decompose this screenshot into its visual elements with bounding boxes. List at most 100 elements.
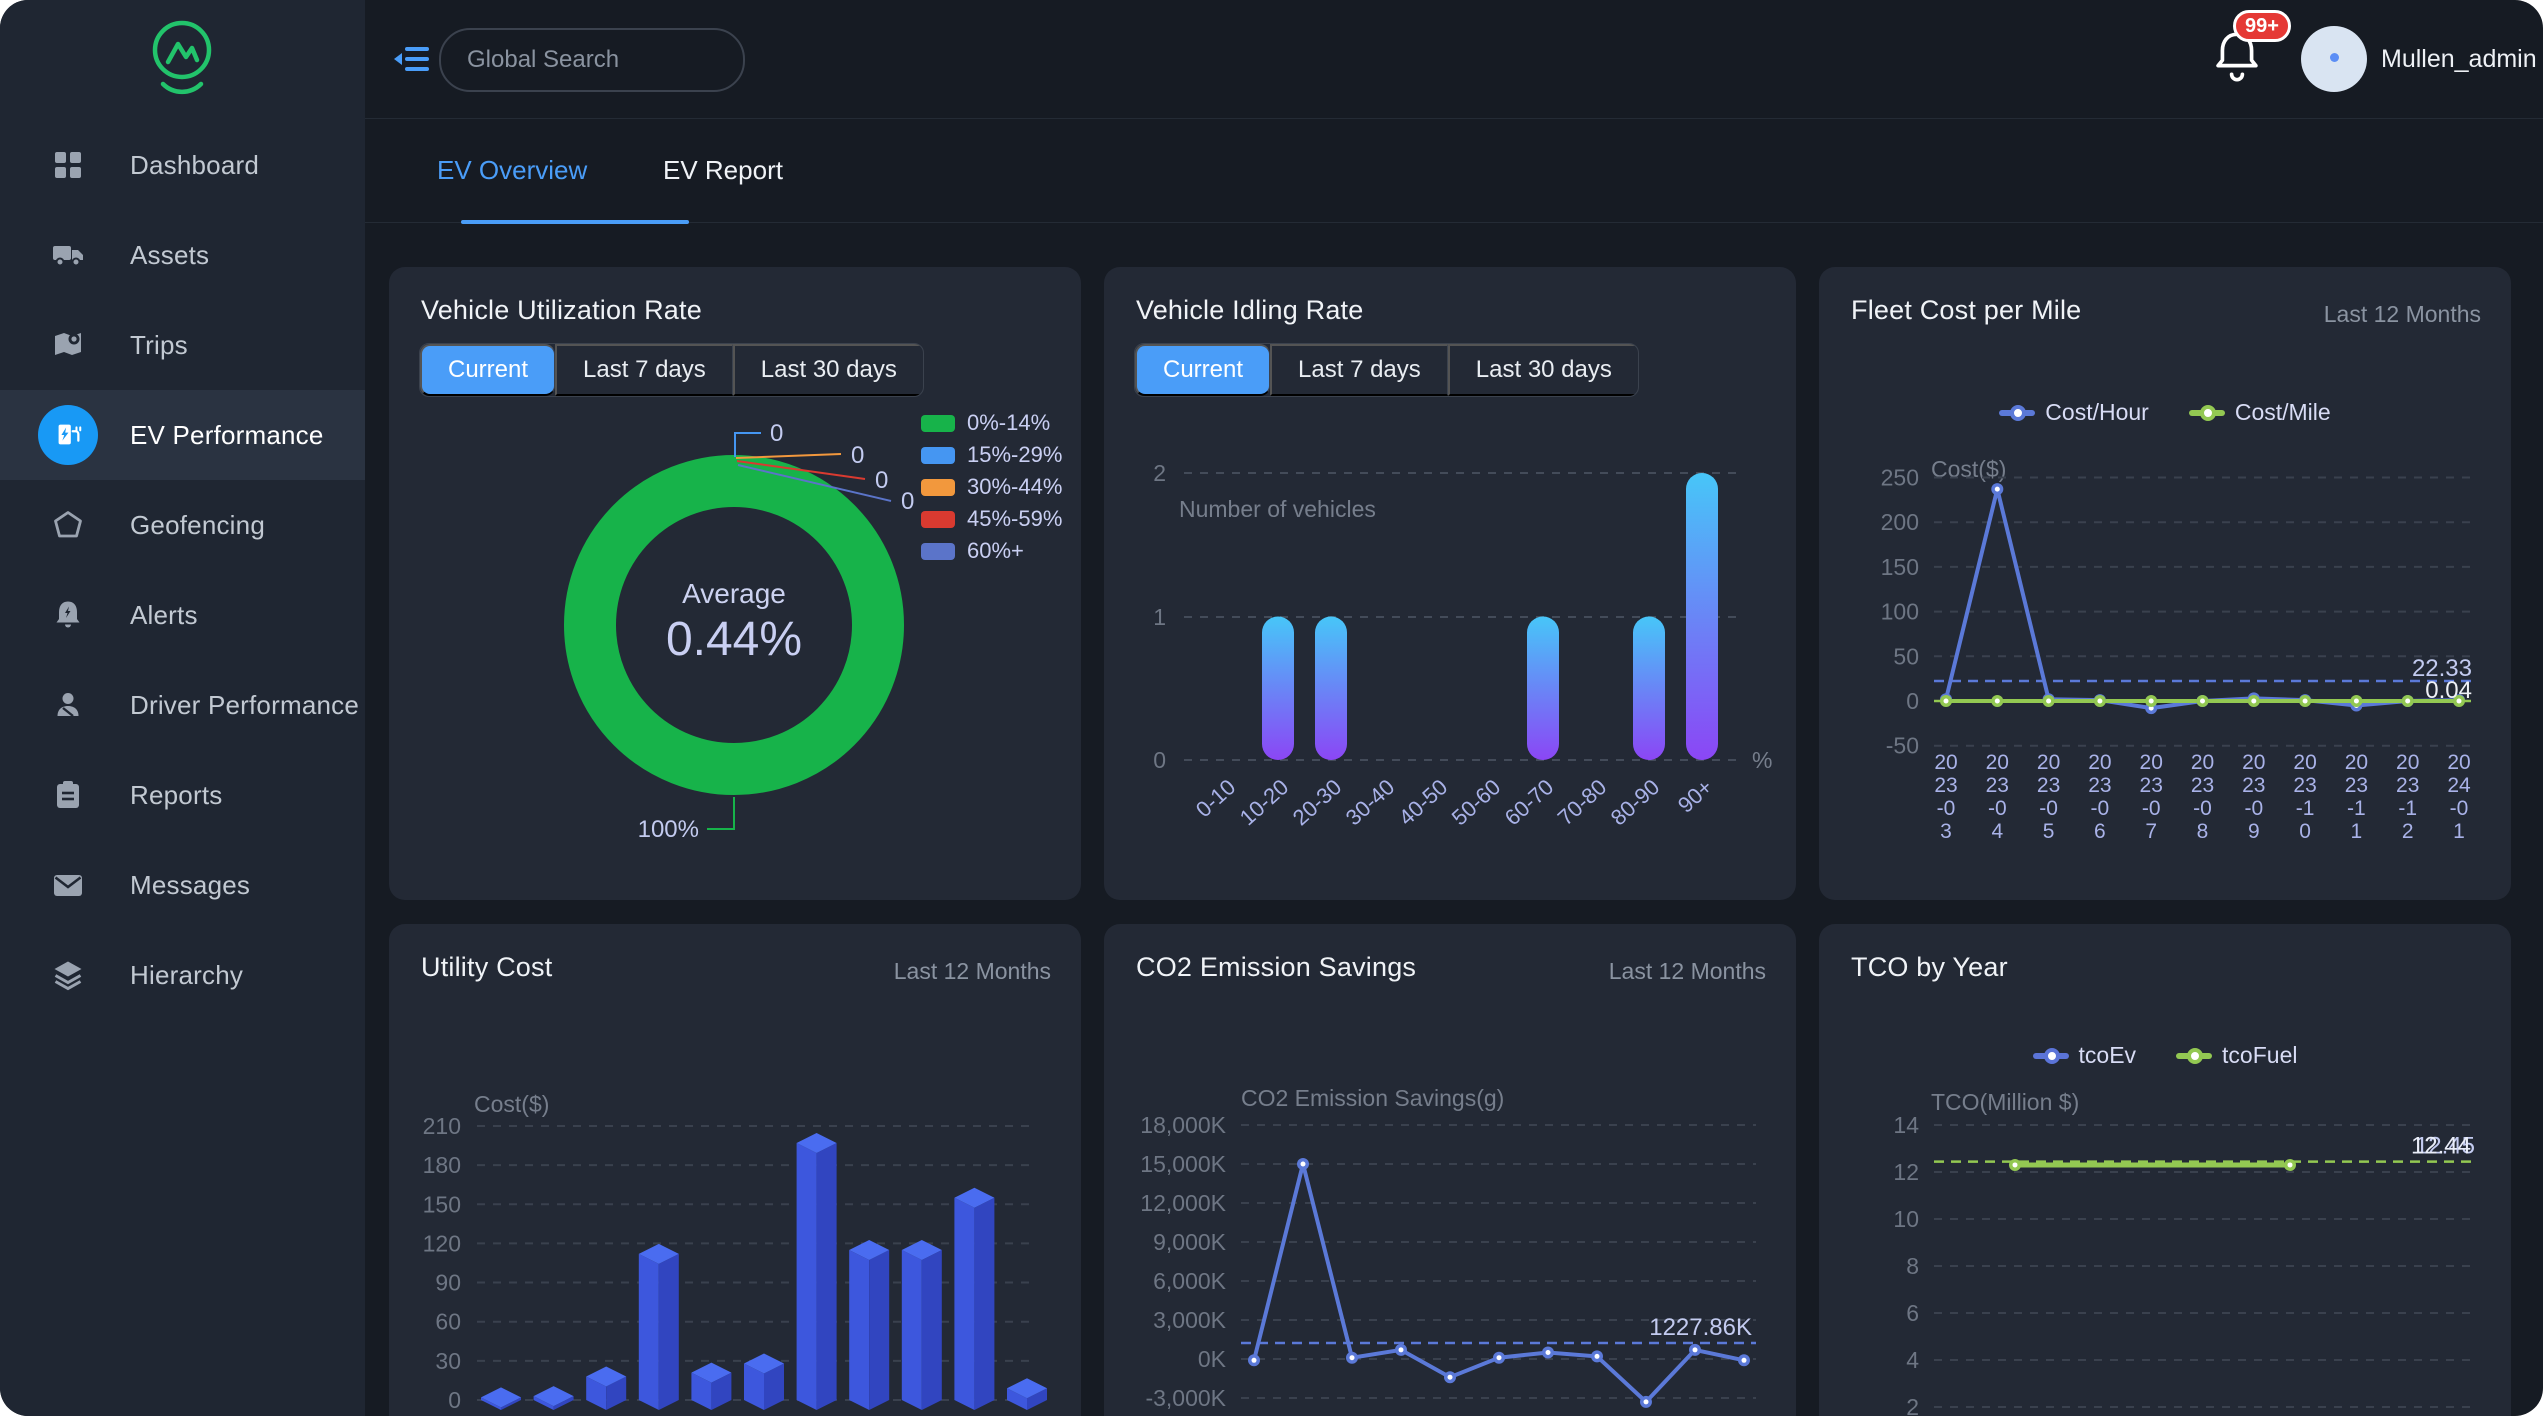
legend-item[interactable]: 0%-14%	[921, 407, 1062, 439]
tab-ev-overview[interactable]: EV Overview	[437, 118, 587, 222]
svg-text:10: 10	[1893, 1206, 1919, 1232]
svg-text:0: 0	[2299, 820, 2311, 843]
svg-text:8: 8	[1906, 1253, 1919, 1279]
svg-text:-0: -0	[2450, 797, 2469, 820]
svg-text:20: 20	[2242, 751, 2265, 774]
svg-text:0: 0	[875, 467, 888, 494]
layers-icon	[51, 958, 85, 992]
svg-text:0.04: 0.04	[2425, 677, 2472, 704]
svg-text:20-30: 20-30	[1288, 774, 1347, 830]
svg-text:24: 24	[2447, 774, 2471, 797]
svg-text:-1: -1	[2398, 797, 2417, 820]
svg-text:-0: -0	[1988, 797, 2007, 820]
svg-text:Average: Average	[682, 578, 786, 609]
sidebar-item-label: Hierarchy	[130, 960, 243, 991]
map-icon	[51, 328, 85, 362]
svg-text:1: 1	[1153, 604, 1166, 630]
sidebar-item-label: Driver Performance	[130, 690, 359, 721]
svg-text:200: 200	[1881, 509, 1919, 535]
legend-item[interactable]: 60%+	[921, 535, 1062, 567]
svg-text:-0: -0	[2091, 797, 2110, 820]
username[interactable]: Mullen_admin	[2381, 0, 2537, 118]
svg-text:-3,000K: -3,000K	[1145, 1385, 1226, 1411]
svg-text:23: 23	[2037, 774, 2060, 797]
svg-text:0: 0	[448, 1387, 461, 1413]
svg-text:9: 9	[2248, 820, 2260, 843]
sidebar-item-driver-performance[interactable]: Driver Performance	[0, 660, 365, 750]
collapse-sidebar-icon[interactable]	[393, 44, 429, 74]
svg-text:0-10: 0-10	[1191, 774, 1240, 822]
svg-text:-1: -1	[2296, 797, 2315, 820]
svg-text:23: 23	[2088, 774, 2111, 797]
svg-text:0: 0	[1153, 747, 1166, 773]
svg-text:CO2 Emission Savings(g): CO2 Emission Savings(g)	[1241, 1085, 1504, 1111]
app-window: Dashboard Assets Trips EV PerformanceGeofen…	[0, 0, 2543, 1416]
svg-text:180: 180	[423, 1152, 461, 1178]
sidebar-item-alerts[interactable]: Alerts	[0, 570, 365, 660]
sidebar-item-label: Trips	[130, 330, 188, 361]
svg-text:-0: -0	[2193, 797, 2212, 820]
svg-text:12.44: 12.44	[2411, 1133, 2471, 1160]
sidebar-item-label: Messages	[130, 870, 250, 901]
card-vehicle-utilization-rate: Vehicle Utilization Rate CurrentLast 7 d…	[389, 267, 1081, 900]
tab-ev-report[interactable]: EV Report	[663, 118, 783, 222]
grid-icon	[51, 148, 85, 182]
svg-text:60-70: 60-70	[1500, 774, 1559, 830]
svg-text:40-50: 40-50	[1394, 774, 1453, 830]
svg-text:50-60: 50-60	[1447, 774, 1506, 830]
svg-text:20: 20	[1986, 751, 2009, 774]
svg-text:18,000K: 18,000K	[1140, 1112, 1226, 1138]
svg-text:7: 7	[2145, 820, 2157, 843]
svg-text:1227.86K: 1227.86K	[1649, 1314, 1752, 1341]
svg-text:20: 20	[2191, 751, 2214, 774]
legend-swatch	[921, 511, 955, 528]
legend-item[interactable]: 45%-59%	[921, 503, 1062, 535]
sidebar-item-messages[interactable]: Messages	[0, 840, 365, 930]
fleet-cost-line-chart: Cost($)250200150100500-5022.330.042023-0…	[1819, 267, 2511, 900]
pentagon-icon	[51, 508, 85, 542]
legend-swatch	[921, 415, 955, 432]
svg-text:80-90: 80-90	[1606, 774, 1665, 830]
svg-text:10-20: 10-20	[1235, 774, 1294, 830]
svg-text:5: 5	[2043, 820, 2055, 843]
svg-text:23: 23	[2345, 774, 2368, 797]
utility-cost-bar-chart: Cost($)2101801501209060300	[389, 924, 1081, 1416]
svg-text:23: 23	[2140, 774, 2163, 797]
card-utility-cost: Utility Cost Last 12 Months Cost($)21018…	[389, 924, 1081, 1416]
svg-text:-0: -0	[2244, 797, 2263, 820]
sidebar-item-assets[interactable]: Assets	[0, 210, 365, 300]
sidebar-item-reports[interactable]: Reports	[0, 750, 365, 840]
svg-text:0: 0	[901, 488, 914, 515]
svg-text:23: 23	[2191, 774, 2214, 797]
svg-text:TCO(Million $): TCO(Million $)	[1931, 1089, 2079, 1115]
legend-item[interactable]: 15%-29%	[921, 439, 1062, 471]
mullen-logo	[142, 14, 222, 106]
utilization-legend: 0%-14% 15%-29% 30%-44%45%-59%60%+	[921, 407, 1062, 567]
svg-text:23: 23	[2396, 774, 2419, 797]
svg-text:150: 150	[423, 1191, 461, 1217]
svg-text:23: 23	[2293, 774, 2316, 797]
avatar[interactable]	[2301, 26, 2367, 92]
card-fleet-cost-per-mile: Fleet Cost per Mile Last 12 Months Cost/…	[1819, 267, 2511, 900]
legend-item[interactable]: 30%-44%	[921, 471, 1062, 503]
svg-text:210: 210	[423, 1113, 461, 1139]
svg-text:100: 100	[1881, 599, 1919, 625]
svg-text:%: %	[1752, 747, 1772, 773]
sidebar-item-trips[interactable]: Trips	[0, 300, 365, 390]
card-co2-emission-savings: CO2 Emission Savings Last 12 Months CO2 …	[1104, 924, 1796, 1416]
svg-text:30: 30	[435, 1348, 461, 1374]
legend-swatch	[921, 543, 955, 560]
svg-text:150: 150	[1881, 554, 1919, 580]
svg-text:20: 20	[2447, 751, 2470, 774]
sidebar-item-dashboard[interactable]: Dashboard	[0, 120, 365, 210]
sidebar-item-geofencing[interactable]: Geofencing	[0, 480, 365, 570]
search-input[interactable]	[441, 45, 779, 75]
sidebar-item-label: Assets	[130, 240, 209, 271]
svg-text:0: 0	[1906, 688, 1919, 714]
svg-text:6: 6	[1906, 1300, 1919, 1326]
legend-label: 15%-29%	[967, 442, 1062, 468]
sidebar-item-ev-performance[interactable]: EV Performance	[0, 390, 365, 480]
sidebar-item-hierarchy[interactable]: Hierarchy	[0, 930, 365, 1020]
svg-text:6: 6	[2094, 820, 2106, 843]
utilization-donut-chart: 0000100%Average0.44%	[389, 267, 1081, 900]
